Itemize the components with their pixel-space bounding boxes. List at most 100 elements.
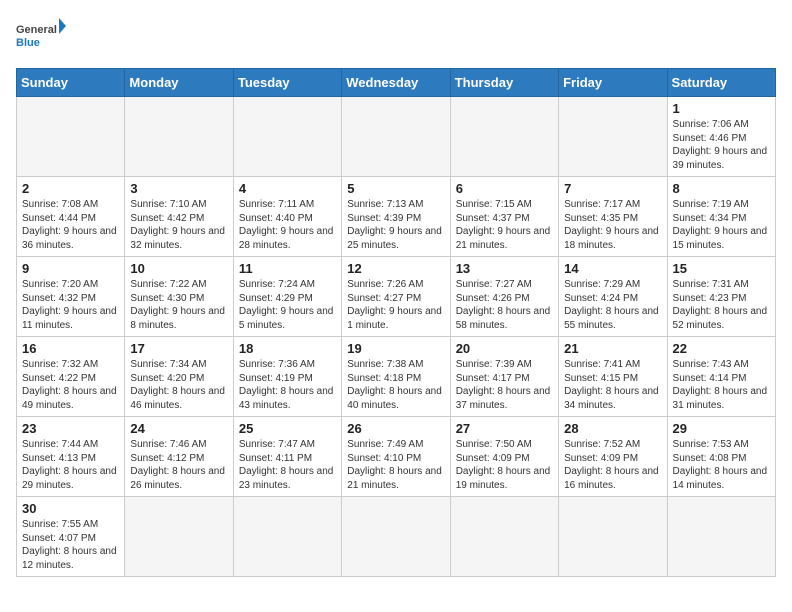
- day-info: Sunrise: 7:06 AM Sunset: 4:46 PM Dayligh…: [673, 118, 770, 172]
- day-number: 29: [673, 421, 770, 436]
- day-number: 23: [22, 421, 119, 436]
- day-number: 22: [673, 341, 770, 356]
- day-info: Sunrise: 7:53 AM Sunset: 4:08 PM Dayligh…: [673, 438, 770, 492]
- day-cell: 30 Sunrise: 7:55 AM Sunset: 4:07 PM Dayli…: [17, 497, 125, 577]
- day-info: Sunrise: 7:31 AM Sunset: 4:23 PM Dayligh…: [673, 278, 770, 332]
- day-number: 11: [239, 261, 336, 276]
- day-cell: 7 Sunrise: 7:17 AM Sunset: 4:35 PM Daylig…: [559, 177, 667, 257]
- day-cell: [17, 97, 125, 177]
- day-info: Sunrise: 7:29 AM Sunset: 4:24 PM Dayligh…: [564, 278, 661, 332]
- weekday-header-tuesday: Tuesday: [233, 69, 341, 97]
- day-number: 6: [456, 181, 553, 196]
- day-info: Sunrise: 7:19 AM Sunset: 4:34 PM Dayligh…: [673, 198, 770, 252]
- calendar: SundayMondayTuesdayWednesdayThursdayFrid…: [16, 68, 776, 577]
- day-number: 15: [673, 261, 770, 276]
- day-info: Sunrise: 7:24 AM Sunset: 4:29 PM Dayligh…: [239, 278, 336, 332]
- day-number: 1: [673, 101, 770, 116]
- header: General Blue: [16, 16, 776, 56]
- week-row-6: 30 Sunrise: 7:55 AM Sunset: 4:07 PM Dayli…: [17, 497, 776, 577]
- day-number: 20: [456, 341, 553, 356]
- day-cell: 3 Sunrise: 7:10 AM Sunset: 4:42 PM Daylig…: [125, 177, 233, 257]
- day-info: Sunrise: 7:50 AM Sunset: 4:09 PM Dayligh…: [456, 438, 553, 492]
- day-number: 28: [564, 421, 661, 436]
- day-cell: 28 Sunrise: 7:52 AM Sunset: 4:09 PM Dayli…: [559, 417, 667, 497]
- day-info: Sunrise: 7:34 AM Sunset: 4:20 PM Dayligh…: [130, 358, 227, 412]
- day-number: 24: [130, 421, 227, 436]
- day-info: Sunrise: 7:22 AM Sunset: 4:30 PM Dayligh…: [130, 278, 227, 332]
- day-info: Sunrise: 7:15 AM Sunset: 4:37 PM Dayligh…: [456, 198, 553, 252]
- day-number: 13: [456, 261, 553, 276]
- svg-text:Blue: Blue: [16, 37, 40, 49]
- day-info: Sunrise: 7:43 AM Sunset: 4:14 PM Dayligh…: [673, 358, 770, 412]
- day-number: 25: [239, 421, 336, 436]
- day-number: 2: [22, 181, 119, 196]
- week-row-2: 2 Sunrise: 7:08 AM Sunset: 4:44 PM Daylig…: [17, 177, 776, 257]
- day-info: Sunrise: 7:32 AM Sunset: 4:22 PM Dayligh…: [22, 358, 119, 412]
- day-cell: 9Sunrise: 7:20 AM Sunset: 4:32 PM Daylig…: [17, 257, 125, 337]
- day-number: 21: [564, 341, 661, 356]
- day-number: 5: [347, 181, 444, 196]
- day-info: Sunrise: 7:46 AM Sunset: 4:12 PM Dayligh…: [130, 438, 227, 492]
- day-number: 4: [239, 181, 336, 196]
- day-number: 19: [347, 341, 444, 356]
- day-cell: 10 Sunrise: 7:22 AM Sunset: 4:30 PM Dayli…: [125, 257, 233, 337]
- day-number: 18: [239, 341, 336, 356]
- day-number: 8: [673, 181, 770, 196]
- day-info: Sunrise: 7:52 AM Sunset: 4:09 PM Dayligh…: [564, 438, 661, 492]
- day-cell: [667, 497, 775, 577]
- day-cell: 20Sunrise: 7:39 AM Sunset: 4:17 PM Dayli…: [450, 337, 558, 417]
- day-number: 30: [22, 501, 119, 516]
- day-cell: 26 Sunrise: 7:49 AM Sunset: 4:10 PM Dayli…: [342, 417, 450, 497]
- day-info: Sunrise: 7:36 AM Sunset: 4:19 PM Dayligh…: [239, 358, 336, 412]
- day-cell: [450, 497, 558, 577]
- day-cell: 13 Sunrise: 7:27 AM Sunset: 4:26 PM Dayli…: [450, 257, 558, 337]
- day-number: 3: [130, 181, 227, 196]
- day-cell: 15 Sunrise: 7:31 AM Sunset: 4:23 PM Dayli…: [667, 257, 775, 337]
- day-info: Sunrise: 7:41 AM Sunset: 4:15 PM Dayligh…: [564, 358, 661, 412]
- week-row-4: 16Sunrise: 7:32 AM Sunset: 4:22 PM Dayli…: [17, 337, 776, 417]
- day-number: 10: [130, 261, 227, 276]
- day-cell: [450, 97, 558, 177]
- day-cell: 23 Sunrise: 7:44 AM Sunset: 4:13 PM Dayli…: [17, 417, 125, 497]
- day-cell: 14 Sunrise: 7:29 AM Sunset: 4:24 PM Dayli…: [559, 257, 667, 337]
- day-cell: 24 Sunrise: 7:46 AM Sunset: 4:12 PM Dayli…: [125, 417, 233, 497]
- day-cell: [233, 97, 341, 177]
- day-number: 7: [564, 181, 661, 196]
- day-cell: [233, 497, 341, 577]
- day-info: Sunrise: 7:44 AM Sunset: 4:13 PM Dayligh…: [22, 438, 119, 492]
- day-cell: 2 Sunrise: 7:08 AM Sunset: 4:44 PM Daylig…: [17, 177, 125, 257]
- weekday-header-thursday: Thursday: [450, 69, 558, 97]
- day-info: Sunrise: 7:27 AM Sunset: 4:26 PM Dayligh…: [456, 278, 553, 332]
- weekday-header-row: SundayMondayTuesdayWednesdayThursdayFrid…: [17, 69, 776, 97]
- day-cell: 5Sunrise: 7:13 AM Sunset: 4:39 PM Daylig…: [342, 177, 450, 257]
- day-cell: 6 Sunrise: 7:15 AM Sunset: 4:37 PM Daylig…: [450, 177, 558, 257]
- day-cell: [559, 97, 667, 177]
- day-cell: [342, 97, 450, 177]
- day-number: 14: [564, 261, 661, 276]
- day-cell: [342, 497, 450, 577]
- day-cell: 8 Sunrise: 7:19 AM Sunset: 4:34 PM Daylig…: [667, 177, 775, 257]
- day-cell: 27Sunrise: 7:50 AM Sunset: 4:09 PM Dayli…: [450, 417, 558, 497]
- day-info: Sunrise: 7:10 AM Sunset: 4:42 PM Dayligh…: [130, 198, 227, 252]
- day-cell: 29 Sunrise: 7:53 AM Sunset: 4:08 PM Dayli…: [667, 417, 775, 497]
- logo: General Blue: [16, 16, 66, 56]
- day-cell: 22 Sunrise: 7:43 AM Sunset: 4:14 PM Dayli…: [667, 337, 775, 417]
- day-cell: [559, 497, 667, 577]
- day-number: 12: [347, 261, 444, 276]
- svg-text:General: General: [16, 24, 57, 36]
- weekday-header-friday: Friday: [559, 69, 667, 97]
- week-row-3: 9Sunrise: 7:20 AM Sunset: 4:32 PM Daylig…: [17, 257, 776, 337]
- day-info: Sunrise: 7:55 AM Sunset: 4:07 PM Dayligh…: [22, 518, 119, 572]
- day-cell: 21 Sunrise: 7:41 AM Sunset: 4:15 PM Dayli…: [559, 337, 667, 417]
- day-info: Sunrise: 7:17 AM Sunset: 4:35 PM Dayligh…: [564, 198, 661, 252]
- day-cell: 11 Sunrise: 7:24 AM Sunset: 4:29 PM Dayli…: [233, 257, 341, 337]
- day-number: 9: [22, 261, 119, 276]
- day-info: Sunrise: 7:49 AM Sunset: 4:10 PM Dayligh…: [347, 438, 444, 492]
- day-cell: 17 Sunrise: 7:34 AM Sunset: 4:20 PM Dayli…: [125, 337, 233, 417]
- day-number: 17: [130, 341, 227, 356]
- day-cell: [125, 97, 233, 177]
- day-info: Sunrise: 7:08 AM Sunset: 4:44 PM Dayligh…: [22, 198, 119, 252]
- day-cell: 16Sunrise: 7:32 AM Sunset: 4:22 PM Dayli…: [17, 337, 125, 417]
- day-info: Sunrise: 7:11 AM Sunset: 4:40 PM Dayligh…: [239, 198, 336, 252]
- day-number: 26: [347, 421, 444, 436]
